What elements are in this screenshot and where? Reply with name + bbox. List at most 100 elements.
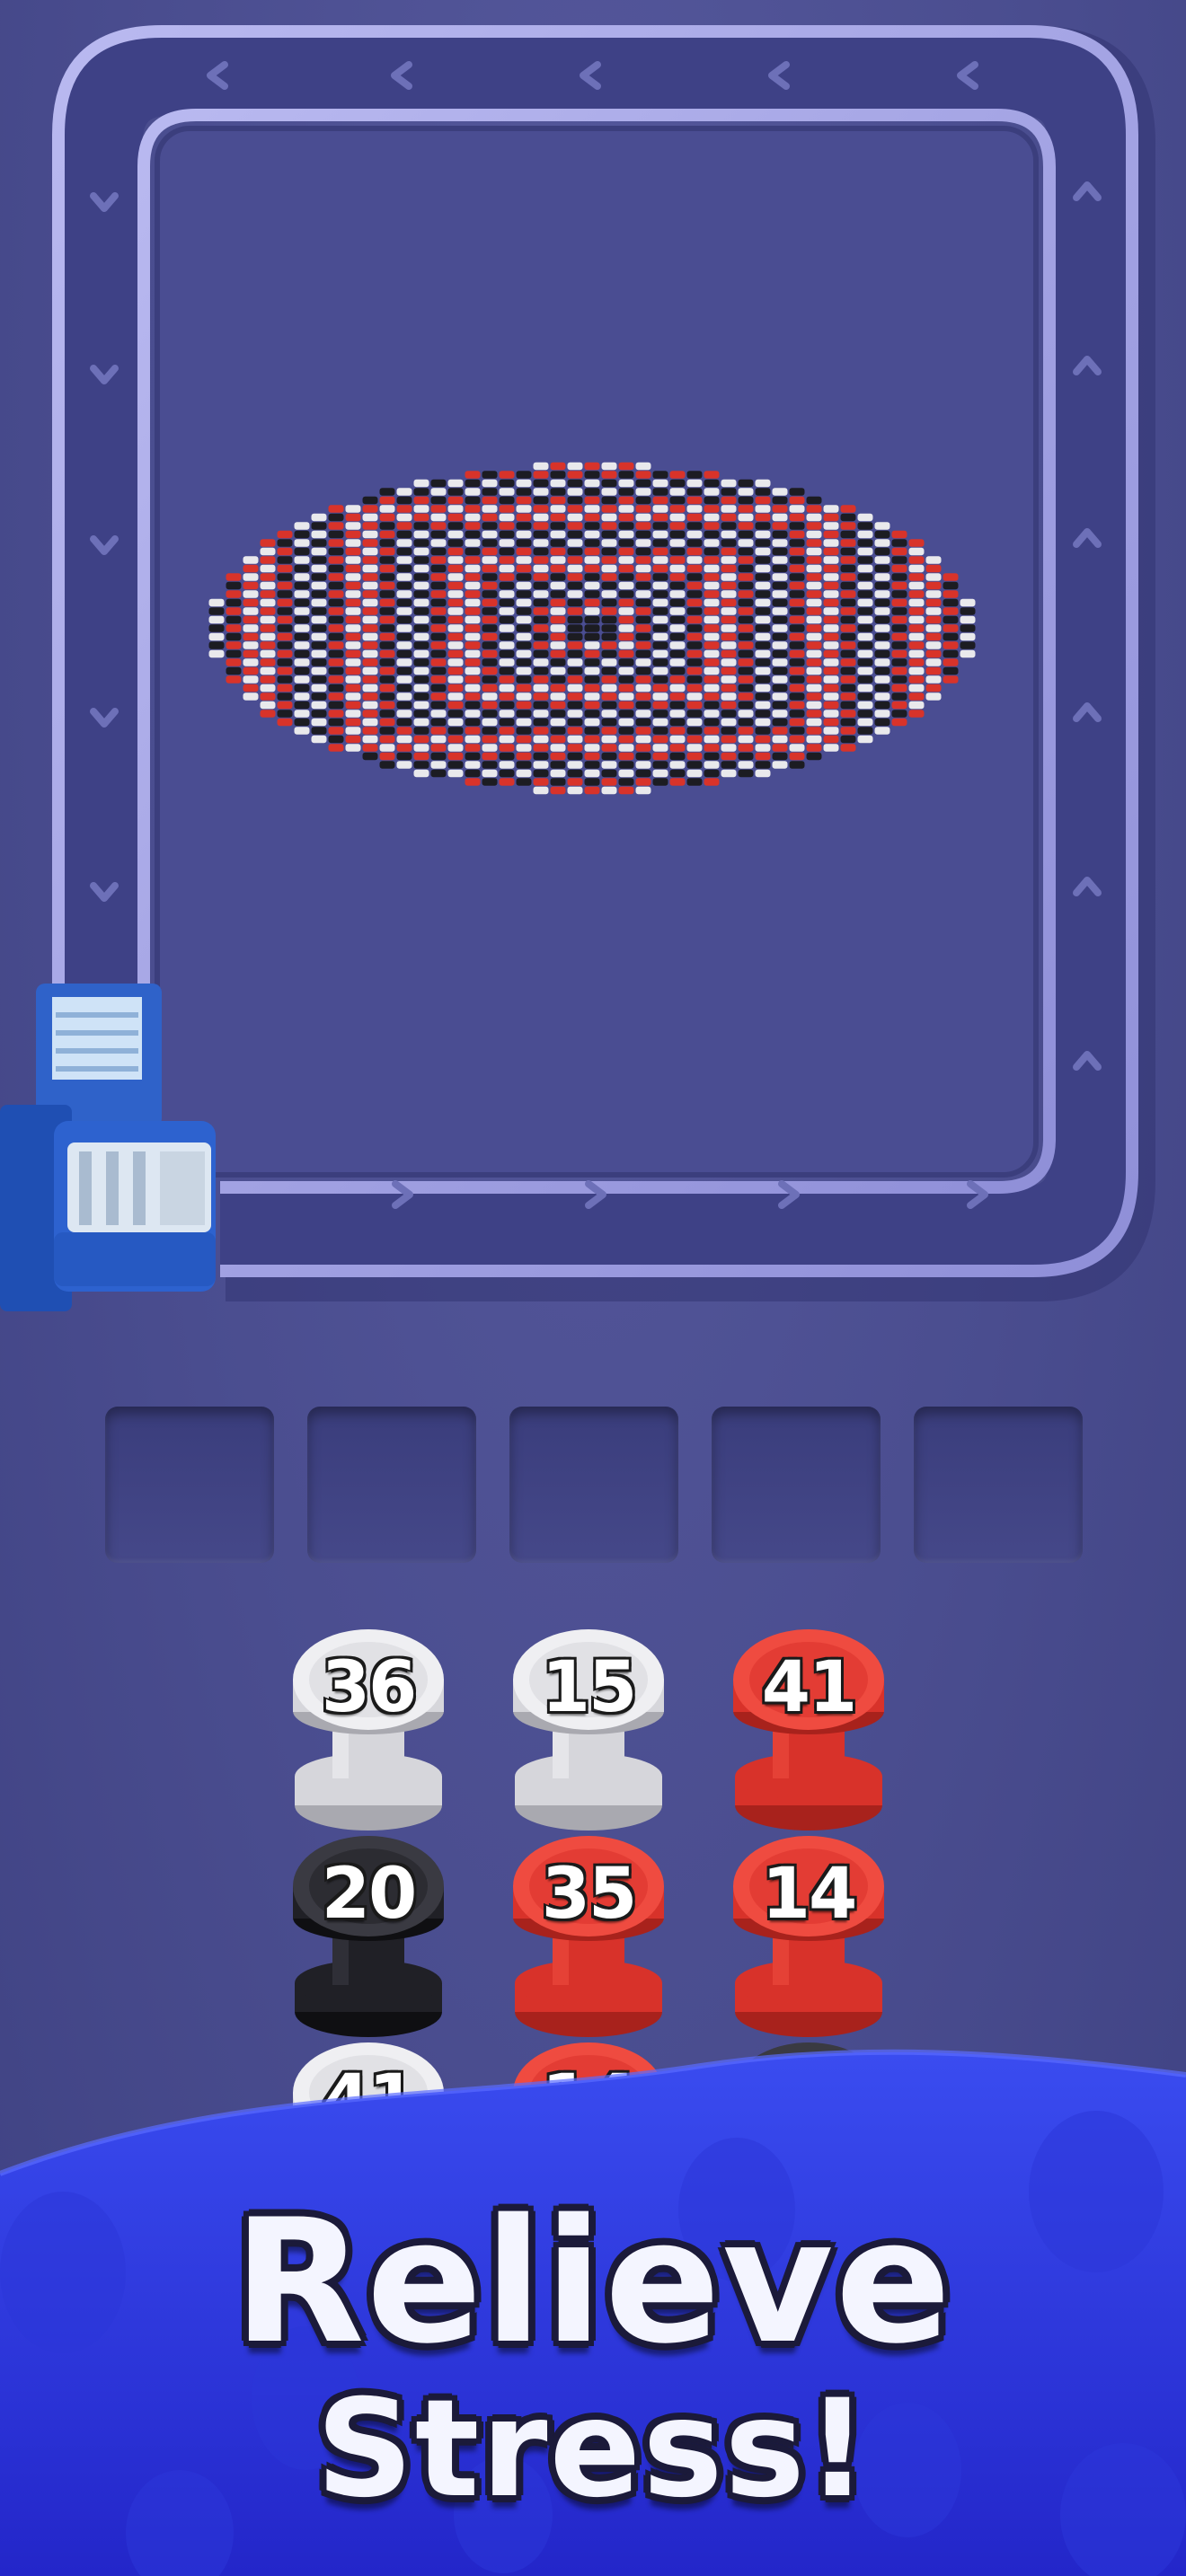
thread-spool[interactable]: 20	[288, 1832, 449, 2041]
bead	[721, 590, 737, 598]
bead	[277, 530, 293, 539]
bead	[447, 513, 464, 522]
bead	[447, 581, 464, 590]
bead	[328, 710, 344, 718]
thread-spool[interactable]: 36	[288, 1626, 449, 1834]
bead	[396, 710, 412, 718]
bead	[226, 581, 242, 590]
bead	[465, 735, 481, 744]
bead	[396, 641, 412, 649]
thread-spool[interactable]: 35	[508, 1832, 669, 2041]
bead	[925, 581, 942, 590]
bead	[226, 607, 242, 615]
bead	[362, 675, 378, 684]
bead	[516, 607, 532, 615]
bead	[635, 505, 651, 513]
bead	[208, 624, 225, 632]
bead	[550, 479, 566, 488]
thread-spool[interactable]: 14	[728, 1832, 890, 2041]
bead	[584, 649, 600, 658]
bead	[806, 727, 822, 735]
bead	[311, 675, 327, 684]
bead	[908, 539, 925, 547]
bead	[362, 666, 378, 675]
bead	[396, 513, 412, 522]
bead	[704, 539, 720, 547]
bead	[789, 658, 805, 666]
bead	[908, 590, 925, 598]
bead	[943, 641, 959, 649]
bead	[618, 564, 634, 573]
bead	[686, 718, 703, 727]
thread-spool[interactable]: 15	[508, 1626, 669, 1834]
bead	[465, 778, 481, 786]
bead	[362, 701, 378, 710]
bead	[891, 649, 907, 658]
bead	[652, 727, 668, 735]
bead	[584, 632, 600, 641]
bead	[618, 710, 634, 718]
bead	[499, 641, 515, 649]
bead	[328, 649, 344, 658]
bead	[550, 727, 566, 735]
bead	[891, 547, 907, 556]
bead	[567, 649, 583, 658]
spool-slot[interactable]	[509, 1407, 678, 1563]
bead	[533, 522, 549, 530]
bead	[294, 581, 310, 590]
bead	[721, 735, 737, 744]
bead	[635, 590, 651, 598]
bead	[823, 522, 839, 530]
bead	[789, 666, 805, 675]
bead	[328, 607, 344, 615]
bead	[652, 573, 668, 581]
bead	[379, 752, 395, 761]
spool-slot[interactable]	[914, 1407, 1083, 1563]
bead	[379, 649, 395, 658]
bead	[396, 752, 412, 761]
bead	[413, 530, 429, 539]
thread-spool[interactable]: 41	[728, 1626, 890, 1834]
bead	[686, 488, 703, 496]
bead	[328, 718, 344, 727]
bead	[567, 590, 583, 598]
bead	[772, 513, 788, 522]
bead	[891, 675, 907, 684]
bead	[396, 684, 412, 693]
bead	[840, 590, 856, 598]
bead	[669, 488, 686, 496]
bead	[704, 693, 720, 701]
bead	[379, 556, 395, 564]
bead	[465, 496, 481, 505]
bead	[533, 564, 549, 573]
bead	[891, 624, 907, 632]
bead	[294, 693, 310, 701]
bead	[482, 556, 498, 564]
bead	[686, 505, 703, 513]
bead	[738, 513, 754, 522]
bead	[567, 641, 583, 649]
bead	[516, 752, 532, 761]
bead	[499, 505, 515, 513]
bead	[635, 488, 651, 496]
bead	[567, 632, 583, 641]
bead	[413, 539, 429, 547]
bead	[618, 744, 634, 752]
bead	[516, 615, 532, 624]
bead	[533, 675, 549, 684]
bead	[328, 573, 344, 581]
bead	[721, 701, 737, 710]
bead	[396, 649, 412, 658]
bead	[789, 632, 805, 641]
bead	[874, 624, 890, 632]
bead	[396, 735, 412, 744]
bead	[294, 556, 310, 564]
spool-slot[interactable]	[307, 1407, 476, 1563]
bead	[482, 471, 498, 479]
spool-slot[interactable]	[105, 1407, 274, 1563]
spool-slot[interactable]	[712, 1407, 881, 1563]
bead	[362, 710, 378, 718]
bead	[669, 675, 686, 684]
bead	[345, 641, 361, 649]
bead	[669, 658, 686, 666]
